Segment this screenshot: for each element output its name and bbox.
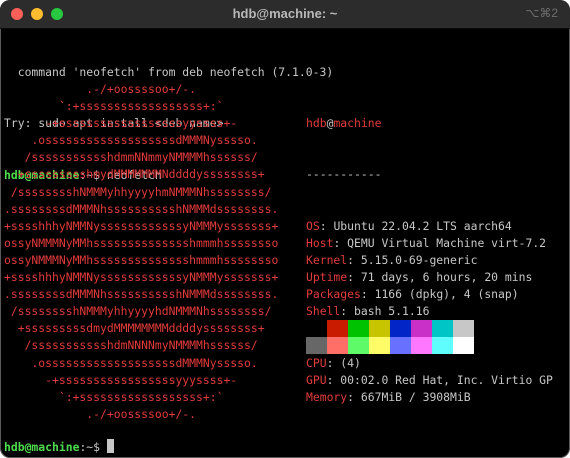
art-line: ossyNMMMNyMMhsssssssssssssshmmmhssssssso — [4, 252, 279, 267]
title-bar[interactable]: hdb@machine: ~ ⌥⌘2 — [0, 0, 570, 29]
palette-bright-row — [306, 337, 474, 354]
prompt-user-host: hdb@machine — [4, 440, 80, 454]
art-line: .osssssssssssssssssssdMMMNysssso. — [4, 355, 258, 370]
info-colon: : — [319, 218, 334, 233]
info-row: Uptime: 71 days, 6 hours, 20 mins — [306, 269, 553, 286]
art-line: .ssssssssdMMMNhsssssssssshNMMMdssssssss. — [4, 201, 279, 216]
palette-swatch — [432, 320, 453, 337]
system-info: hdb@machine ----------- OS: Ubuntu 22.04… — [306, 81, 553, 440]
palette-swatch-bright — [348, 337, 369, 354]
art-line: .ssssssssdMMMNhsssssssssshNMMMdssssssss. — [4, 287, 279, 302]
palette-swatch — [453, 320, 474, 337]
palette-swatch-bright — [453, 337, 474, 354]
info-row: Host: QEMU Virtual Machine virt-7.2 — [306, 235, 553, 252]
info-row: Kernel: 5.15.0-69-generic — [306, 252, 553, 269]
art-line: -+sssssssssssssssssyyyssss+- — [4, 372, 238, 387]
palette-swatch — [306, 320, 327, 337]
window-shortcut: ⌥⌘2 — [525, 6, 558, 20]
prompt-symbol: :~$ — [79, 440, 107, 454]
info-user: hdb — [306, 116, 327, 131]
ubuntu-logo-art: .-/+oossssoo+/-. `:+ssssssssssssssssss+:… — [4, 81, 278, 423]
palette-swatch — [411, 320, 432, 337]
info-colon: : — [360, 287, 375, 302]
info-value: 5.15.0-69-generic — [360, 252, 478, 267]
info-key: Kernel — [306, 252, 348, 267]
info-key: OS — [306, 218, 320, 233]
art-line: ossyNMMMNyMMhsssssssssssssshmmmhssssssso — [4, 235, 279, 250]
art-line: `:+ssssssssssssssssss+:` — [4, 389, 224, 404]
info-header: hdb@machine — [306, 115, 553, 132]
info-row: Memory: 667MiB / 3908MiB — [306, 389, 553, 406]
art-line: +sssshhhyNMMNyssssssssssssyNMMMysssssss+ — [4, 218, 279, 233]
info-key: Shell — [306, 304, 341, 319]
info-value: 1166 (dpkg), 4 (snap) — [374, 287, 519, 302]
info-key: Host — [306, 235, 334, 250]
info-value: 667MiB / 3908MiB — [360, 389, 471, 404]
info-colon: : — [340, 304, 355, 319]
color-palette — [306, 320, 474, 354]
palette-swatch-bright — [432, 337, 453, 354]
info-row: GPU: 00:02.0 Red Hat, Inc. Virtio GP — [306, 372, 553, 389]
art-line: /ssssssssssshdmNNNNmyNMMMMhssssss/ — [4, 338, 258, 353]
palette-swatch — [327, 320, 348, 337]
art-line: -+ssssssssssssssssssyyssss+- — [4, 116, 238, 131]
palette-swatch — [348, 320, 369, 337]
info-value: 71 days, 6 hours, 20 mins — [360, 270, 533, 285]
window-title: hdb@machine: ~ — [232, 6, 338, 21]
info-colon: : — [347, 389, 361, 404]
palette-swatch-bright — [390, 337, 411, 354]
output-line: command 'neofetch' from deb neofetch (7.… — [4, 65, 334, 80]
info-separator: ----------- — [306, 167, 382, 182]
info-key: GPU — [306, 372, 327, 387]
active-prompt-line[interactable]: hdb@machine:~$ — [4, 439, 114, 456]
info-value: 00:02.0 Red Hat, Inc. Virtio GP — [340, 372, 553, 387]
info-value: (4) — [340, 355, 361, 370]
info-value: Ubuntu 22.04.2 LTS aarch64 — [333, 218, 512, 233]
art-line: +ssssssssshmydMMMMMMMNddddyssssssss+ — [4, 167, 265, 182]
info-host: machine — [333, 116, 382, 131]
info-colon: : — [333, 235, 348, 250]
art-line: /sssssssshNMMMyhhyyyyhdNMMMNhssssssss/ — [4, 304, 272, 319]
info-key: Memory — [306, 389, 348, 404]
info-row: Packages: 1166 (dpkg), 4 (snap) — [306, 286, 553, 303]
palette-normal-row — [306, 320, 474, 337]
info-key: Packages — [306, 287, 361, 302]
art-line: `:+ssssssssssssssssss+:` — [4, 99, 224, 114]
palette-swatch-bright — [369, 337, 390, 354]
palette-swatch — [390, 320, 411, 337]
info-colon: : — [326, 355, 341, 370]
info-value: QEMU Virtual Machine virt-7.2 — [347, 235, 547, 250]
text-cursor — [106, 439, 114, 453]
palette-swatch-bright — [306, 337, 327, 354]
palette-swatch-bright — [327, 337, 348, 354]
info-key: Uptime — [306, 270, 348, 285]
info-key: CPU — [306, 355, 327, 370]
info-colon: : — [326, 372, 341, 387]
terminal-window: hdb@machine: ~ ⌥⌘2 command 'neofetch' fr… — [0, 0, 570, 458]
info-row: Shell: bash 5.1.16 — [306, 303, 553, 320]
info-value: bash 5.1.16 — [354, 304, 430, 319]
info-colon: : — [347, 252, 361, 267]
art-line: /ssssssssssshdmmNNmmyNMMMMhssssss/ — [4, 150, 258, 165]
art-line: .-/+oossssoo+/-. — [4, 82, 197, 96]
art-line: +sssshhhyNMMNyssssssssssssyNMMMysssssss+ — [4, 270, 279, 285]
palette-swatch — [369, 320, 390, 337]
info-row: OS: Ubuntu 22.04.2 LTS aarch64 — [306, 218, 553, 235]
art-line: .osssssssssssssssssssdMMMNysssso. — [4, 133, 258, 148]
art-line: /sssssssshNMMMyhhyyyyhmNMMMNhssssssss/ — [4, 184, 272, 199]
art-line: .-/+oossssoo+/-. — [4, 406, 197, 421]
info-row: CPU: (4) — [306, 355, 553, 372]
art-line: +sssssssssdmydMMMMMMMMddddyssssssss+ — [4, 321, 265, 336]
info-colon: : — [347, 270, 361, 285]
palette-swatch-bright — [411, 337, 432, 354]
